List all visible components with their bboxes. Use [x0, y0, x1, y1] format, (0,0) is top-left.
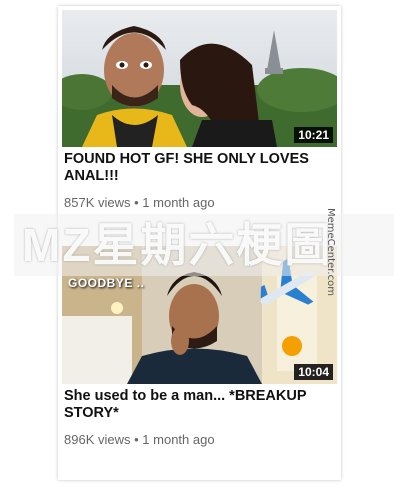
- view-count-2: 896K views: [64, 432, 131, 447]
- video-meta-2: 896K views • 1 month ago: [64, 432, 337, 447]
- video-meta-1: 857K views • 1 month ago: [64, 195, 337, 210]
- thumbnail-overlay-text: GOODBYE ..: [68, 276, 145, 290]
- meta-separator: •: [134, 195, 139, 210]
- video-duration-1: 10:21: [294, 127, 333, 143]
- video-title-2[interactable]: She used to be a man... *BREAKUP STORY*: [64, 388, 337, 422]
- upload-age-1: 1 month ago: [142, 195, 215, 210]
- video-thumbnail-1[interactable]: 10:21: [62, 10, 337, 147]
- video-item-2[interactable]: GOODBYE .. 10:04 She used to be a man...…: [62, 246, 337, 447]
- video-duration-2: 10:04: [294, 364, 333, 380]
- video-title-1[interactable]: FOUND HOT GF! SHE ONLY LOVES ANAL!!!: [64, 151, 337, 185]
- side-watermark: MemeCenter.com: [325, 208, 336, 296]
- watermark-overlay: MZ星期六梗圖: [14, 214, 394, 276]
- meta-separator: •: [134, 432, 139, 447]
- video-item-1[interactable]: 10:21 FOUND HOT GF! SHE ONLY LOVES ANAL!…: [62, 10, 337, 210]
- view-count-1: 857K views: [64, 195, 131, 210]
- upload-age-2: 1 month ago: [142, 432, 215, 447]
